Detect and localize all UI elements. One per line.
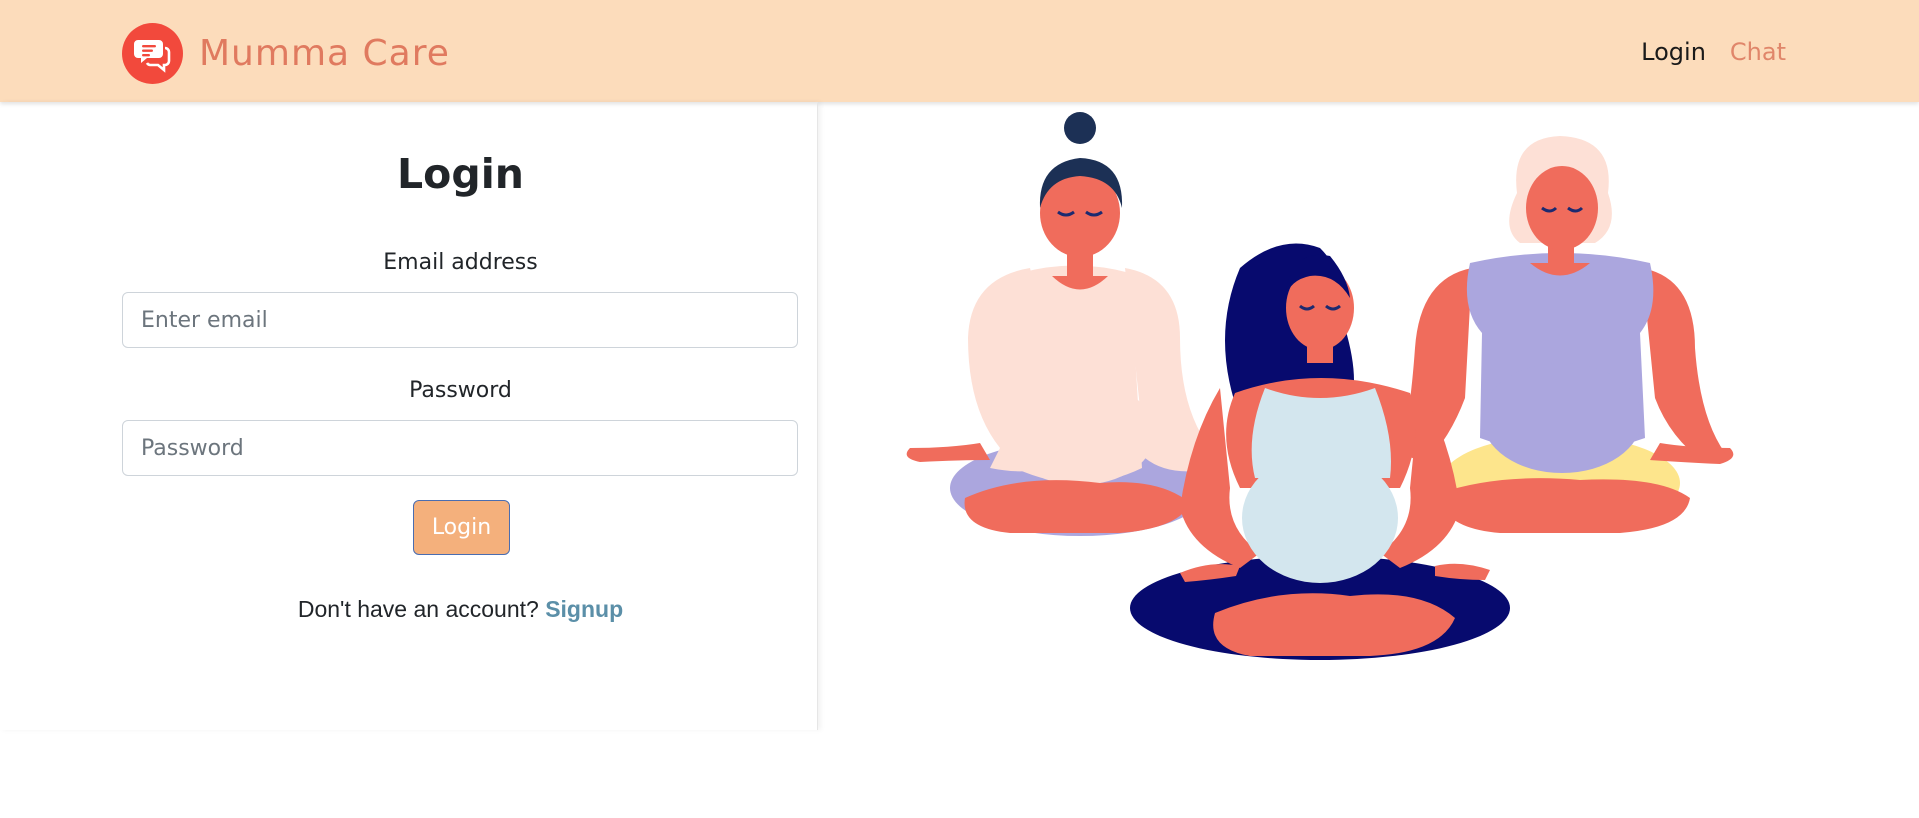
navbar: Mumma Care Login Chat — [0, 0, 1919, 102]
brand[interactable]: Mumma Care — [122, 23, 450, 84]
password-label: Password — [409, 378, 512, 403]
signup-prompt: Don't have an account? Signup — [0, 596, 921, 623]
page-title: Login — [397, 150, 524, 198]
meditation-illustration — [906, 112, 1734, 660]
brand-name: Mumma Care — [199, 33, 450, 74]
nav-chat-link[interactable]: Chat — [1730, 38, 1786, 66]
signup-link[interactable]: Signup — [545, 596, 623, 622]
password-field[interactable] — [122, 420, 798, 476]
woman-left-figure — [906, 112, 1215, 536]
signup-prompt-text: Don't have an account? — [297, 596, 539, 622]
chat-bubbles-icon — [122, 23, 183, 84]
nav-links: Login Chat — [1641, 38, 1786, 66]
login-button[interactable]: Login — [413, 500, 510, 555]
email-label: Email address — [383, 250, 538, 275]
email-field[interactable] — [122, 292, 798, 348]
nav-login-link[interactable]: Login — [1641, 38, 1706, 66]
